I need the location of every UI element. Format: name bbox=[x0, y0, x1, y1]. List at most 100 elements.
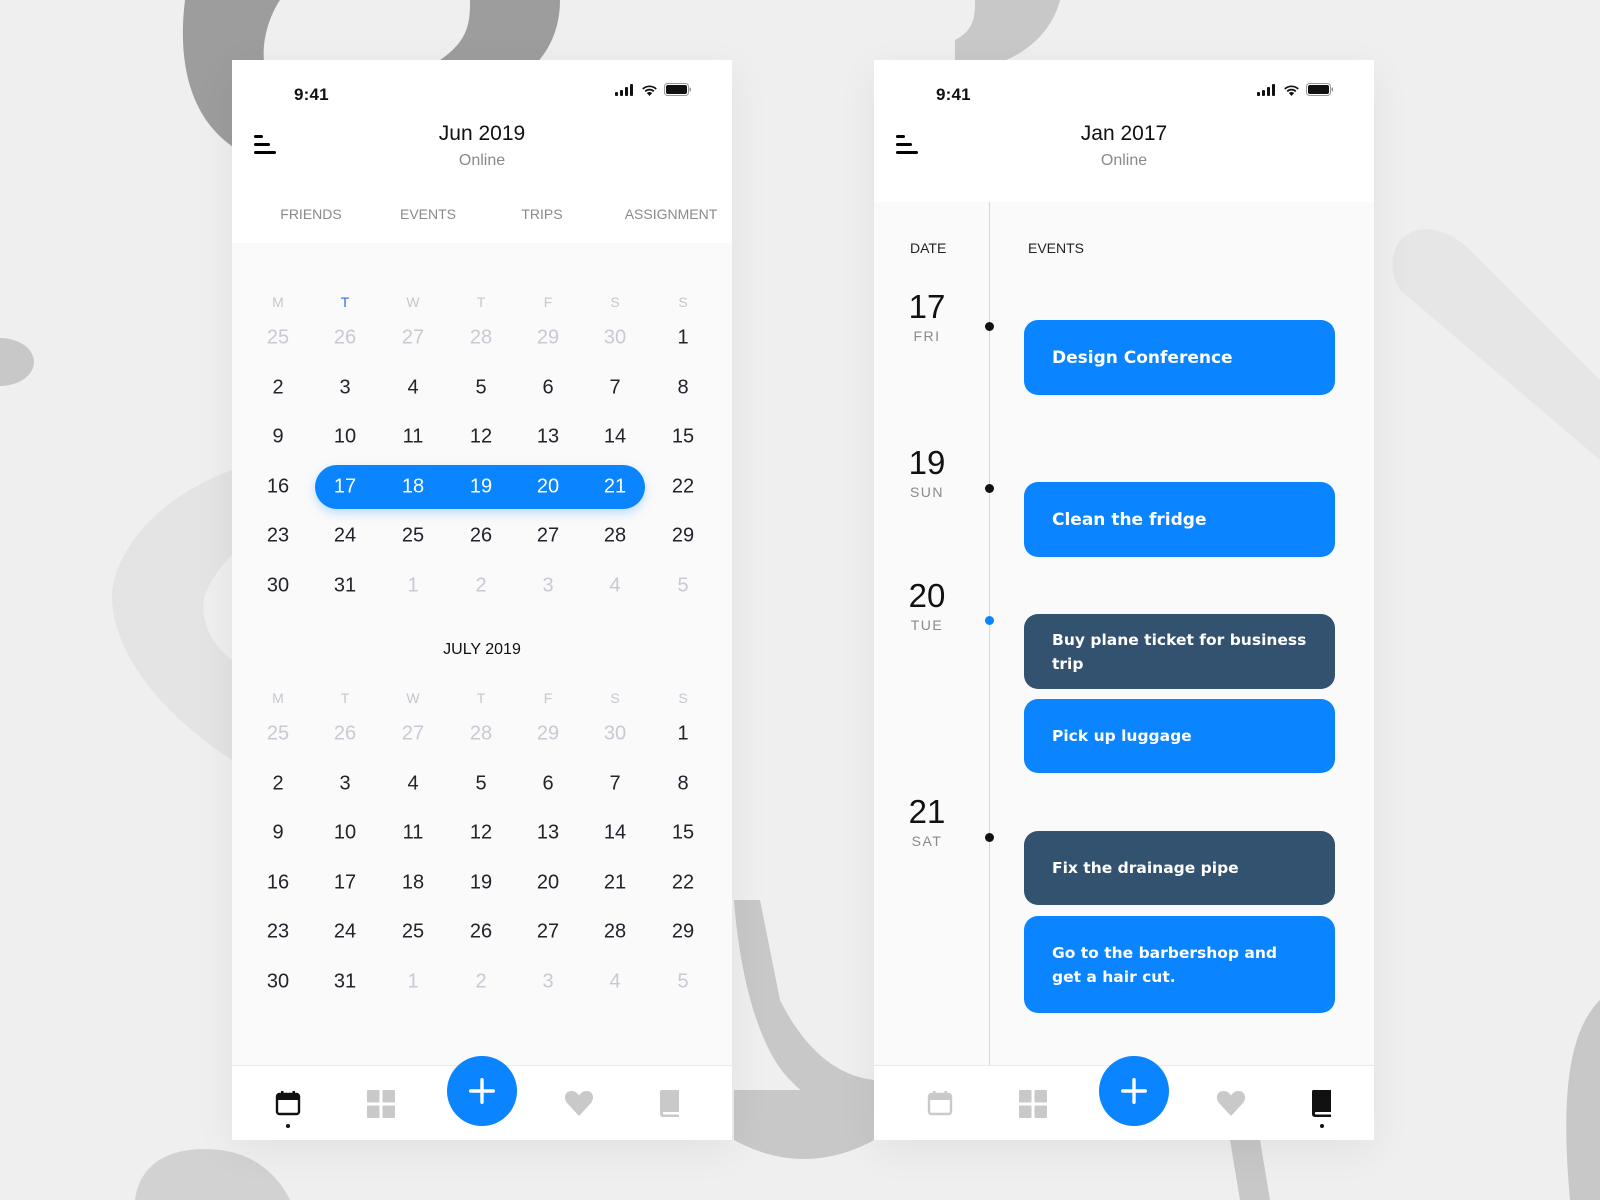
calendar-day[interactable]: 5 bbox=[677, 574, 688, 597]
calendar-day[interactable]: 1 bbox=[407, 574, 418, 597]
calendar-day[interactable]: 31 bbox=[334, 970, 356, 993]
calendar-day[interactable]: 26 bbox=[470, 525, 492, 548]
calendar-day[interactable]: 10 bbox=[334, 822, 356, 845]
calendar-day[interactable]: 2 bbox=[272, 376, 283, 399]
calendar-day[interactable]: 15 bbox=[672, 822, 694, 845]
calendar-day[interactable]: 28 bbox=[604, 525, 626, 548]
event-card[interactable]: Buy plane ticket for business trip bbox=[1024, 614, 1335, 689]
nav-favorites-button[interactable] bbox=[1216, 1090, 1246, 1121]
calendar-day-selected[interactable]: 21 bbox=[604, 475, 626, 498]
calendar-day[interactable]: 1 bbox=[407, 970, 418, 993]
calendar-day[interactable]: 7 bbox=[609, 376, 620, 399]
calendar-day[interactable]: 4 bbox=[407, 376, 418, 399]
calendar-day[interactable]: 3 bbox=[339, 772, 350, 795]
calendar-day[interactable]: 5 bbox=[475, 772, 486, 795]
calendar-day[interactable]: 24 bbox=[334, 525, 356, 548]
calendar-day[interactable]: 7 bbox=[609, 772, 620, 795]
tab-assignment[interactable]: ASSIGNMENT bbox=[625, 206, 718, 222]
nav-calendar-button[interactable] bbox=[927, 1090, 953, 1121]
calendar-day[interactable]: 29 bbox=[672, 525, 694, 548]
calendar-day[interactable]: 22 bbox=[672, 475, 694, 498]
calendar-day[interactable]: 23 bbox=[267, 525, 289, 548]
calendar-day-selected[interactable]: 19 bbox=[470, 475, 492, 498]
calendar-day[interactable]: 14 bbox=[604, 822, 626, 845]
calendar-day[interactable]: 13 bbox=[537, 822, 559, 845]
nav-book-button[interactable] bbox=[659, 1090, 681, 1122]
calendar-day[interactable]: 25 bbox=[402, 921, 424, 944]
calendar-day[interactable]: 19 bbox=[470, 871, 492, 894]
calendar-day[interactable]: 28 bbox=[470, 723, 492, 746]
event-card[interactable]: Clean the fridge bbox=[1024, 482, 1335, 557]
calendar-day[interactable]: 29 bbox=[537, 723, 559, 746]
calendar-day[interactable]: 28 bbox=[470, 327, 492, 350]
calendar-day[interactable]: 17 bbox=[334, 871, 356, 894]
add-button[interactable] bbox=[447, 1056, 517, 1126]
calendar-day[interactable]: 25 bbox=[267, 327, 289, 350]
calendar-day[interactable]: 2 bbox=[475, 970, 486, 993]
calendar-day[interactable]: 26 bbox=[470, 921, 492, 944]
calendar-day[interactable]: 8 bbox=[677, 772, 688, 795]
calendar-day[interactable]: 4 bbox=[609, 574, 620, 597]
calendar-day[interactable]: 18 bbox=[402, 871, 424, 894]
event-card[interactable]: Design Conference bbox=[1024, 320, 1335, 395]
calendar-day[interactable]: 1 bbox=[677, 723, 688, 746]
calendar-day[interactable]: 27 bbox=[537, 525, 559, 548]
calendar-day[interactable]: 1 bbox=[677, 327, 688, 350]
nav-favorites-button[interactable] bbox=[564, 1090, 594, 1121]
calendar-day[interactable]: 3 bbox=[542, 970, 553, 993]
tab-events[interactable]: EVENTS bbox=[400, 206, 456, 222]
calendar-day[interactable]: 14 bbox=[604, 426, 626, 449]
calendar-day[interactable]: 20 bbox=[537, 871, 559, 894]
calendar-day[interactable]: 29 bbox=[537, 327, 559, 350]
calendar-day[interactable]: 3 bbox=[542, 574, 553, 597]
calendar-day[interactable]: 27 bbox=[402, 327, 424, 350]
calendar-day-selected[interactable]: 17 bbox=[334, 475, 356, 498]
calendar-day[interactable]: 26 bbox=[334, 327, 356, 350]
calendar-day[interactable]: 25 bbox=[267, 723, 289, 746]
calendar-day[interactable]: 2 bbox=[272, 772, 283, 795]
calendar-day[interactable]: 23 bbox=[267, 921, 289, 944]
nav-calendar-button[interactable] bbox=[275, 1090, 301, 1121]
event-card[interactable]: Pick up luggage bbox=[1024, 699, 1335, 773]
nav-grid-button[interactable] bbox=[1019, 1090, 1047, 1123]
event-card[interactable]: Go to the barbershop and get a hair cut. bbox=[1024, 916, 1335, 1013]
calendar-day[interactable]: 28 bbox=[604, 921, 626, 944]
calendar-day[interactable]: 5 bbox=[677, 970, 688, 993]
calendar-day[interactable]: 9 bbox=[272, 822, 283, 845]
calendar-day[interactable]: 12 bbox=[470, 426, 492, 449]
calendar-day[interactable]: 3 bbox=[339, 376, 350, 399]
calendar-day[interactable]: 26 bbox=[334, 723, 356, 746]
calendar-day[interactable]: 6 bbox=[542, 772, 553, 795]
event-card[interactable]: Fix the drainage pipe bbox=[1024, 831, 1335, 905]
tab-friends[interactable]: FRIENDS bbox=[280, 206, 341, 222]
calendar-day-selected[interactable]: 18 bbox=[402, 475, 424, 498]
calendar-day[interactable]: 30 bbox=[267, 574, 289, 597]
calendar-day[interactable]: 9 bbox=[272, 426, 283, 449]
calendar-day[interactable]: 30 bbox=[267, 970, 289, 993]
calendar-day[interactable]: 15 bbox=[672, 426, 694, 449]
calendar-day[interactable]: 6 bbox=[542, 376, 553, 399]
calendar-day[interactable]: 13 bbox=[537, 426, 559, 449]
calendar-day[interactable]: 16 bbox=[267, 871, 289, 894]
calendar-day-selected[interactable]: 20 bbox=[537, 475, 559, 498]
calendar-day[interactable]: 22 bbox=[672, 871, 694, 894]
calendar-day[interactable]: 8 bbox=[677, 376, 688, 399]
calendar-day[interactable]: 29 bbox=[672, 921, 694, 944]
calendar-day[interactable]: 12 bbox=[470, 822, 492, 845]
calendar-day[interactable]: 4 bbox=[609, 970, 620, 993]
calendar-day[interactable]: 5 bbox=[475, 376, 486, 399]
calendar-day[interactable]: 31 bbox=[334, 574, 356, 597]
tab-trips[interactable]: TRIPS bbox=[521, 206, 562, 222]
calendar-day[interactable]: 21 bbox=[604, 871, 626, 894]
calendar-day[interactable]: 11 bbox=[403, 822, 424, 845]
calendar-day[interactable]: 25 bbox=[402, 525, 424, 548]
add-button[interactable] bbox=[1099, 1056, 1169, 1126]
calendar-day[interactable]: 27 bbox=[402, 723, 424, 746]
calendar-day[interactable]: 16 bbox=[267, 475, 289, 498]
calendar-day[interactable]: 30 bbox=[604, 327, 626, 350]
calendar-day[interactable]: 11 bbox=[403, 426, 424, 449]
calendar-day[interactable]: 10 bbox=[334, 426, 356, 449]
calendar-day[interactable]: 4 bbox=[407, 772, 418, 795]
nav-book-button[interactable] bbox=[1311, 1090, 1333, 1122]
calendar-day[interactable]: 27 bbox=[537, 921, 559, 944]
